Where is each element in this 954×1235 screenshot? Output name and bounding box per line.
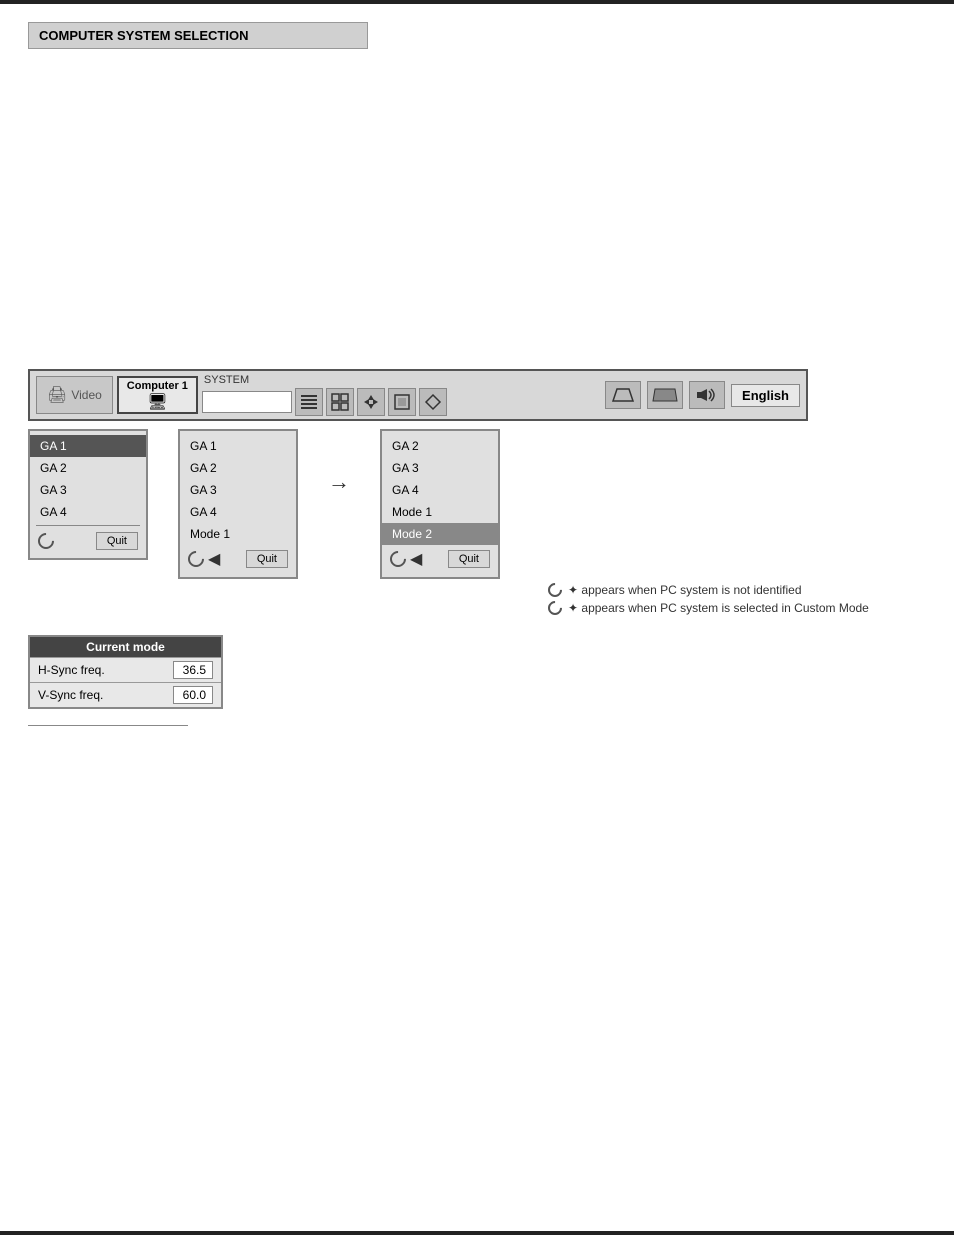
refresh-icon-1[interactable]: [35, 530, 58, 553]
menu-panel-3-item-2[interactable]: GA 4: [382, 479, 498, 501]
speaker-icon-btn[interactable]: [689, 381, 725, 409]
refresh-desc-area: ✦ appears when PC system is not identifi…: [520, 583, 954, 615]
current-mode-row-0: H-Sync freq. 36.5: [30, 657, 221, 682]
current-mode-value-1: 60.0: [173, 686, 213, 704]
current-mode-section: Current mode H-Sync freq. 36.5 V-Sync fr…: [0, 635, 954, 709]
system-controls: [202, 388, 447, 416]
menu-panel-2: GA 1 GA 2 GA 3 GA 4 Mode 1 ◀ Quit: [178, 429, 298, 579]
menu-panel-2-quit-btn[interactable]: Quit: [246, 550, 288, 568]
refresh-symbol-2: [545, 598, 565, 618]
menu-panel-1-item-3[interactable]: GA 4: [30, 501, 146, 523]
menu-panel-2-footer: ◀ Quit: [180, 545, 296, 573]
menu-panel-3-item-3[interactable]: Mode 1: [382, 501, 498, 523]
menu-panels-container: GA 1 GA 2 GA 3 GA 4 Quit GA 1 GA 2 GA 3 …: [0, 429, 954, 579]
menu-panel-1-divider: [36, 525, 140, 526]
tab-video[interactable]: 🖨 Video: [36, 376, 113, 414]
language-display: English: [731, 384, 800, 407]
bottom-border: [0, 1231, 954, 1235]
menu-panel-3-quit-btn[interactable]: Quit: [448, 550, 490, 568]
refresh-desc-2-text: ✦ appears when PC system is selected in …: [568, 601, 869, 615]
video-icon: 🖨: [47, 385, 67, 405]
menu-panel-2-box: GA 1 GA 2 GA 3 GA 4 Mode 1 ◀ Quit: [178, 429, 298, 579]
icon-btn-4[interactable]: [388, 388, 416, 416]
system-label: SYSTEM: [204, 374, 249, 386]
icon-btn-2[interactable]: [326, 388, 354, 416]
current-mode-value-0: 36.5: [173, 661, 213, 679]
tab-video-label: Video: [71, 388, 101, 402]
current-mode-title: Current mode: [30, 637, 221, 657]
menu-panel-1-item-2[interactable]: GA 3: [30, 479, 146, 501]
tab-computer1[interactable]: Computer 1 🖥: [117, 376, 198, 414]
menu-panel-3-item-1[interactable]: GA 3: [382, 457, 498, 479]
menu-panel-3-item-4[interactable]: Mode 2: [382, 523, 498, 545]
osd-toolbar: 🖨 Video Computer 1 🖥 SYSTEM: [28, 369, 808, 421]
current-mode-label-1: V-Sync freq.: [38, 688, 173, 702]
menu-panel-1-item-0[interactable]: GA 1: [30, 435, 146, 457]
menu-panel-2-item-0[interactable]: GA 1: [180, 435, 296, 457]
menu-panel-3-footer: ◀ Quit: [382, 545, 498, 573]
current-mode-box: Current mode H-Sync freq. 36.5 V-Sync fr…: [28, 635, 223, 709]
page-header-label: COMPUTER SYSTEM SELECTION: [28, 22, 368, 49]
menu-panel-2-item-4[interactable]: Mode 1: [180, 523, 296, 545]
current-mode-row-1: V-Sync freq. 60.0: [30, 682, 221, 707]
current-mode-label-0: H-Sync freq.: [38, 663, 173, 677]
menu-panel-2-item-1[interactable]: GA 2: [180, 457, 296, 479]
refresh-desc-1: ✦ appears when PC system is not identifi…: [548, 583, 926, 597]
refresh-icon-3[interactable]: [387, 548, 410, 571]
menu-panel-3-box: GA 2 GA 3 GA 4 Mode 1 Mode 2 ◀ Quit: [380, 429, 500, 579]
refresh-symbol-1: [545, 580, 565, 600]
menu-panel-1-box: GA 1 GA 2 GA 3 GA 4 Quit: [28, 429, 148, 560]
panel-arrow: →: [328, 469, 350, 495]
tab-computer1-label: Computer 1: [127, 380, 188, 392]
arrow-left-icon-2: ◀: [208, 549, 220, 569]
keystone-icon-btn[interactable]: [605, 381, 641, 409]
notes-divider: [28, 725, 188, 726]
icon-btn-1[interactable]: [295, 388, 323, 416]
menu-panel-1-item-1[interactable]: GA 2: [30, 457, 146, 479]
fill-icon-btn[interactable]: [647, 381, 683, 409]
icon-btn-3[interactable]: [357, 388, 385, 416]
system-group: SYSTEM: [202, 374, 601, 416]
refresh-icon-2[interactable]: [185, 548, 208, 571]
icon-btn-5[interactable]: [419, 388, 447, 416]
menu-panel-2-item-2[interactable]: GA 3: [180, 479, 296, 501]
top-border: [0, 0, 954, 4]
refresh-desc-2: ✦ appears when PC system is selected in …: [548, 601, 926, 615]
menu-panel-1-footer: Quit: [30, 528, 146, 554]
menu-panel-3: GA 2 GA 3 GA 4 Mode 1 Mode 2 ◀ Quit: [380, 429, 500, 579]
osd-section: 🖨 Video Computer 1 🖥 SYSTEM: [0, 369, 954, 421]
refresh-desc-1-text: ✦ appears when PC system is not identifi…: [568, 583, 802, 597]
arrow-left-icon-3: ◀: [410, 549, 422, 569]
computer-icon: 🖥: [147, 392, 167, 412]
menu-panel-1-quit-btn[interactable]: Quit: [96, 532, 138, 550]
menu-panel-1: GA 1 GA 2 GA 3 GA 4 Quit: [28, 429, 148, 560]
notes-section: [0, 725, 954, 726]
system-input[interactable]: [202, 391, 292, 413]
menu-panel-2-item-3[interactable]: GA 4: [180, 501, 296, 523]
menu-panel-3-item-0[interactable]: GA 2: [382, 435, 498, 457]
osd-right-icons: English: [605, 381, 800, 409]
